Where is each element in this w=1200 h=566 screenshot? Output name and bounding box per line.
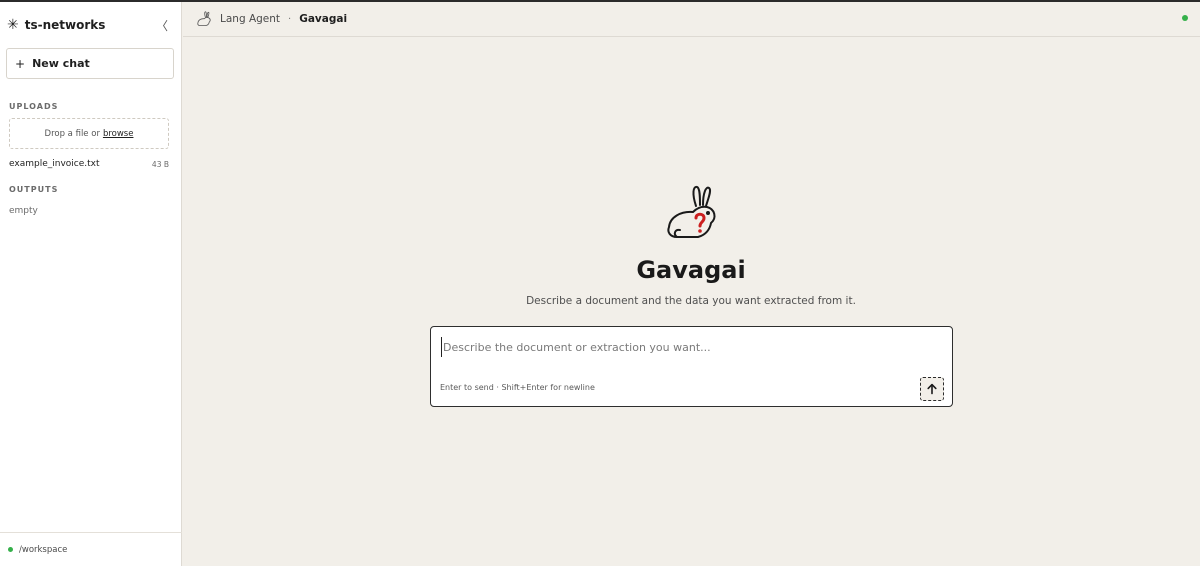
connection-status-dot xyxy=(1182,15,1188,21)
brand-name: ts-networks xyxy=(24,18,106,32)
agent-name[interactable]: Lang Agent xyxy=(220,13,280,25)
new-chat-button[interactable]: + New chat xyxy=(6,48,174,79)
brand[interactable]: ✳ ts-networks xyxy=(7,16,105,34)
file-size: 43 B xyxy=(151,159,169,169)
outputs-empty-text: empty xyxy=(9,206,38,216)
message-input[interactable] xyxy=(441,337,921,357)
asterisk-icon: ✳ xyxy=(7,17,19,33)
outputs-heading: OUTPUTS xyxy=(9,185,59,194)
file-name: example_invoice.txt xyxy=(9,159,100,169)
message-composer: Enter to send · Shift+Enter for newline xyxy=(430,326,953,407)
top-bar: Lang Agent · Gavagai xyxy=(183,2,1200,37)
workspace-status-dot xyxy=(8,547,13,552)
breadcrumb-separator: · xyxy=(288,13,292,25)
uploaded-file-row[interactable]: example_invoice.txt 43 B xyxy=(9,158,169,170)
rabbit-icon xyxy=(197,11,211,27)
drop-text: Drop a file or xyxy=(44,128,100,139)
browse-link[interactable]: browse xyxy=(103,129,134,139)
uploads-heading: UPLOADS xyxy=(9,102,59,111)
rabbit-question-icon xyxy=(667,185,716,238)
workspace-path: /workspace xyxy=(19,544,68,555)
arrow-up-icon xyxy=(927,383,937,395)
workspace-status: /workspace xyxy=(0,532,182,566)
hero-title: Gavagai xyxy=(636,256,746,284)
breadcrumb: Lang Agent · Gavagai xyxy=(196,11,347,27)
hero-subtitle: Describe a document and the data you wan… xyxy=(526,295,856,307)
file-drop-zone[interactable]: Drop a file or browse xyxy=(9,118,169,149)
collapse-sidebar-button[interactable]: 〈 xyxy=(156,16,168,34)
sidebar: ✳ ts-networks 〈 + New chat UPLOADS Drop … xyxy=(0,2,182,566)
page-title: Gavagai xyxy=(299,13,348,25)
composer-hint: Enter to send · Shift+Enter for newline xyxy=(440,383,595,392)
plus-icon: + xyxy=(15,56,26,71)
send-button[interactable] xyxy=(920,377,944,401)
new-chat-label: New chat xyxy=(32,57,90,70)
